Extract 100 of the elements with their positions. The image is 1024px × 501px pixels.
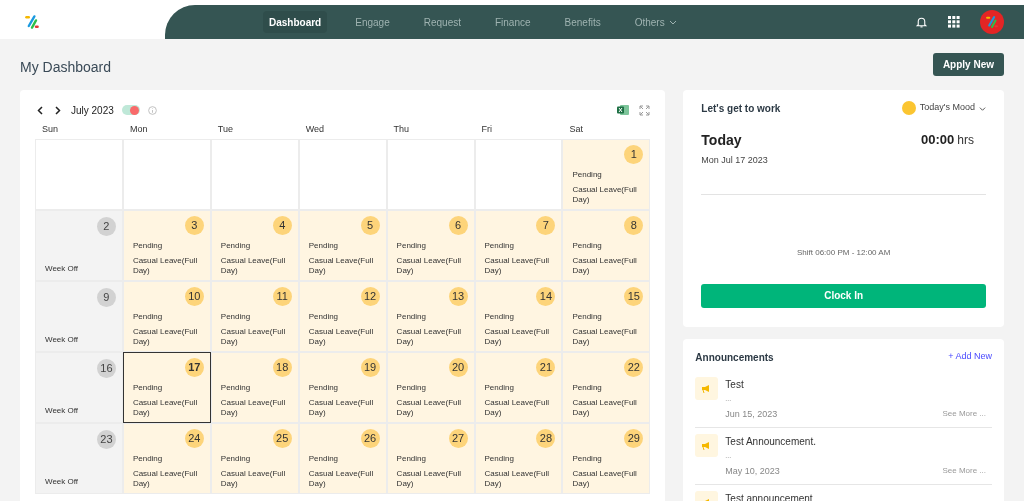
week-off-label: Week Off [45, 476, 79, 488]
day-number: 22 [624, 358, 644, 377]
page-title: My Dashboard [20, 58, 113, 77]
spreadsheet-icon[interactable] [617, 104, 630, 116]
calendar-day-cell[interactable]: 5 Pending Casual Leave(Full Day) [298, 210, 387, 281]
leave-type-text: Casual Leave(Full Day) [484, 256, 550, 276]
calendar-day-cell[interactable]: 25 Pending Casual Leave(Full Day) [210, 423, 299, 494]
chevron-right-icon [55, 105, 61, 115]
calendar-day-cell[interactable]: 21 Pending Casual Leave(Full Day) [474, 352, 563, 423]
view-toggle[interactable] [121, 105, 140, 115]
calendar-day-cell[interactable]: 4 Pending Casual Leave(Full Day) [210, 210, 299, 281]
day-number: 17 [184, 358, 204, 377]
leave-type-text: Casual Leave(Full Day) [132, 256, 199, 276]
status-text: Pending [308, 311, 339, 323]
nav-tab[interactable]: Benefits [558, 11, 607, 33]
day-number: 15 [624, 287, 644, 306]
leave-type-text: Casual Leave(Full Day) [396, 398, 463, 418]
calendar-day-cell[interactable]: 26 Pending Casual Leave(Full Day) [298, 423, 387, 494]
calendar-day-cell[interactable]: 2 Week Off [35, 210, 123, 281]
calendar-day-cell[interactable]: 1 Pending Casual Leave(Full Day) [562, 139, 651, 210]
leave-type-text: Casual Leave(Full Day) [484, 327, 550, 347]
calendar-day-cell[interactable]: 17 Pending Casual Leave(Full Day) [122, 352, 211, 423]
status-text: Pending [132, 453, 163, 465]
leave-type-text: Casual Leave(Full Day) [396, 327, 463, 347]
leave-type-text: Casual Leave(Full Day) [220, 327, 287, 347]
leave-type-text: Casual Leave(Full Day) [484, 398, 550, 418]
weekday-label: Fri [480, 123, 493, 136]
expand-icon[interactable] [639, 104, 651, 116]
nav-tab[interactable]: Engage [349, 11, 396, 33]
mood-dropdown[interactable]: Today's Mood [901, 101, 986, 115]
status-text: Pending [572, 382, 602, 394]
calendar-day-cell[interactable]: 18 Pending Casual Leave(Full Day) [210, 352, 299, 423]
day-number: 9 [96, 288, 116, 307]
calendar-day-cell[interactable]: 19 Pending Casual Leave(Full Day) [298, 352, 387, 423]
day-number: 23 [96, 430, 116, 449]
leave-type-text: Casual Leave(Full Day) [220, 256, 287, 276]
day-number: 25 [272, 429, 292, 448]
status-text: Pending [484, 311, 514, 323]
hours-unit: hrs [957, 132, 974, 149]
calendar-day-cell[interactable]: 27 Pending Casual Leave(Full Day) [386, 423, 475, 494]
announcement-date: May 10, 2023 [725, 464, 780, 478]
calendar-day-cell[interactable]: 16 Week Off [35, 352, 123, 423]
calendar-day-cell[interactable]: 8 Pending Casual Leave(Full Day) [562, 210, 651, 281]
day-number: 14 [536, 287, 556, 306]
day-number: 26 [360, 429, 380, 448]
week-off-label: Week Off [45, 263, 79, 275]
hours-value: 00:00 [921, 131, 955, 149]
calendar-day-cell[interactable]: 9 Week Off [35, 281, 123, 352]
nav-tab[interactable]: Request [417, 11, 467, 33]
leave-type-text: Casual Leave(Full Day) [308, 256, 375, 276]
nav-tab[interactable]: Dashboard [263, 11, 328, 33]
calendar-day-cell[interactable]: 14 Pending Casual Leave(Full Day) [474, 281, 563, 352]
day-number: 18 [272, 358, 292, 377]
calendar-day-cell[interactable]: 28 Pending Casual Leave(Full Day) [474, 423, 563, 494]
calendar-day-cell[interactable]: 7 Pending Casual Leave(Full Day) [474, 210, 563, 281]
weekday-label: Sun [41, 123, 59, 136]
announcement-date: Jun 15, 2023 [725, 407, 778, 421]
nav-tab[interactable]: Others [628, 11, 683, 33]
calendar-day-cell[interactable]: 15 Pending Casual Leave(Full Day) [562, 281, 651, 352]
calendar-day-cell[interactable]: 29 Pending Casual Leave(Full Day) [562, 423, 651, 494]
leave-type-text: Casual Leave(Full Day) [572, 398, 638, 418]
leave-type-text: Casual Leave(Full Day) [132, 327, 199, 347]
day-number: 12 [360, 287, 380, 306]
leave-type-text: Casual Leave(Full Day) [132, 398, 199, 418]
status-text: Pending [220, 240, 251, 252]
calendar-day-cell[interactable]: 20 Pending Casual Leave(Full Day) [386, 352, 475, 423]
status-text: Pending [220, 382, 251, 394]
calendar-day-cell[interactable]: 3 Pending Casual Leave(Full Day) [122, 210, 211, 281]
leave-type-text: Casual Leave(Full Day) [132, 469, 199, 489]
card-title: Announcements [695, 350, 774, 365]
apply-new-button[interactable]: Apply New [932, 53, 1004, 76]
leave-type-text: Casual Leave(Full Day) [308, 469, 375, 489]
status-text: Pending [220, 311, 251, 323]
calendar-day-cell[interactable]: 13 Pending Casual Leave(Full Day) [386, 281, 475, 352]
week-off-label: Week Off [45, 334, 79, 346]
today-label: Today [701, 131, 743, 150]
chevron-left-icon [37, 105, 43, 115]
day-number: 13 [448, 287, 468, 306]
status-text: Pending [132, 382, 163, 394]
add-new-link[interactable]: + Add New [948, 350, 992, 364]
calendar-day-cell[interactable]: 10 Pending Casual Leave(Full Day) [122, 281, 211, 352]
calendar-day-cell[interactable]: 23 Week Off [35, 423, 123, 494]
day-number: 1 [624, 145, 644, 164]
chevron-down-icon [979, 104, 986, 112]
calendar-day-cell[interactable]: 12 Pending Casual Leave(Full Day) [298, 281, 387, 352]
status-text: Pending [308, 240, 339, 252]
calendar-day-cell[interactable]: 11 Pending Casual Leave(Full Day) [210, 281, 299, 352]
day-number: 19 [360, 358, 380, 377]
avatar[interactable] [980, 10, 1004, 34]
calendar-day-cell[interactable]: 22 Pending Casual Leave(Full Day) [562, 352, 651, 423]
shift-text: Shift 06:00 PM - 12:00 AM [796, 246, 891, 259]
calendar-day-cell[interactable]: 24 Pending Casual Leave(Full Day) [122, 423, 211, 494]
previous-month-button[interactable] [35, 104, 45, 116]
next-month-button[interactable] [53, 104, 63, 116]
bell-icon[interactable] [915, 15, 928, 29]
calendar-day-cell[interactable]: 6 Pending Casual Leave(Full Day) [386, 210, 475, 281]
day-number: 29 [624, 429, 644, 448]
nav-tab[interactable]: Finance [488, 11, 537, 33]
day-number: 2 [96, 217, 116, 236]
apps-grid-icon[interactable] [948, 16, 960, 28]
